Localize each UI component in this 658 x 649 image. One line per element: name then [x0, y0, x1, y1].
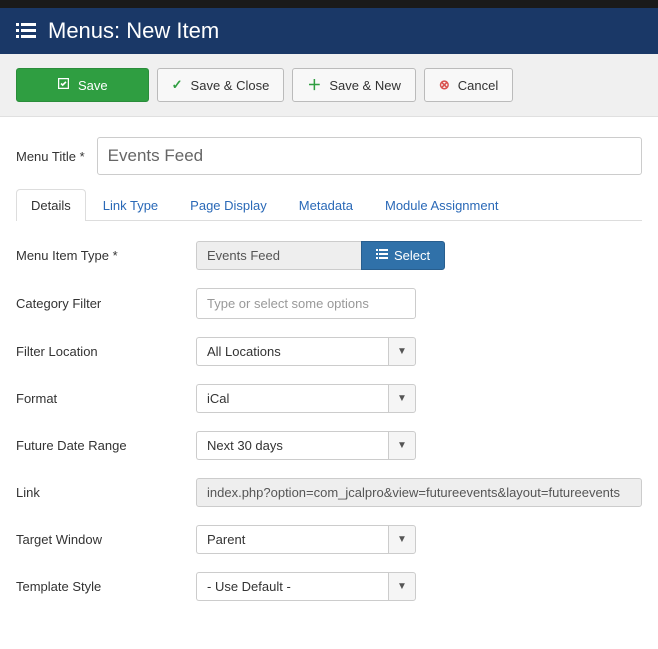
select-type-button[interactable]: Select [361, 241, 445, 270]
content-area: Menu Title * Details Link Type Page Disp… [0, 117, 658, 649]
chevron-down-icon: ▼ [388, 384, 416, 413]
cancel-label: Cancel [458, 78, 498, 93]
row-filter-location: Filter Location All Locations ▼ [16, 337, 642, 366]
tab-page-display[interactable]: Page Display [175, 189, 282, 221]
menu-title-row: Menu Title * [16, 137, 642, 175]
cancel-button[interactable]: ⊗ Cancel [424, 68, 513, 102]
apply-icon [57, 77, 70, 93]
row-future-date-range: Future Date Range Next 30 days ▼ [16, 431, 642, 460]
save-close-button[interactable]: ✓ Save & Close [157, 68, 285, 102]
row-link: Link index.php?option=com_jcalpro&view=f… [16, 478, 642, 507]
save-button[interactable]: Save [16, 68, 149, 102]
chevron-down-icon: ▼ [388, 431, 416, 460]
row-category-filter: Category Filter Type or select some opti… [16, 288, 642, 319]
format-dropdown[interactable]: iCal ▼ [196, 384, 416, 413]
list-icon [16, 22, 36, 40]
target-window-value: Parent [196, 525, 388, 554]
label-filter-location: Filter Location [16, 344, 196, 359]
row-format: Format iCal ▼ [16, 384, 642, 413]
action-toolbar: Save ✓ Save & Close ＋ Save & New ⊗ Cance… [0, 54, 658, 117]
save-new-label: Save & New [329, 78, 401, 93]
label-template-style: Template Style [16, 579, 196, 594]
menu-title-label: Menu Title * [16, 149, 85, 164]
menu-title-input[interactable] [97, 137, 642, 175]
category-filter-input[interactable]: Type or select some options [196, 288, 416, 319]
app-top-bar [0, 0, 658, 8]
cancel-icon: ⊗ [439, 77, 450, 93]
format-value: iCal [196, 384, 388, 413]
filter-location-dropdown[interactable]: All Locations ▼ [196, 337, 416, 366]
target-window-dropdown[interactable]: Parent ▼ [196, 525, 416, 554]
page-title-bar: Menus: New Item [0, 8, 658, 54]
row-menu-item-type: Menu Item Type * Events Feed Select [16, 241, 642, 270]
tab-link-type[interactable]: Link Type [88, 189, 173, 221]
menu-item-type-value: Events Feed [196, 241, 361, 270]
chevron-down-icon: ▼ [388, 337, 416, 366]
tab-metadata[interactable]: Metadata [284, 189, 368, 221]
label-target-window: Target Window [16, 532, 196, 547]
future-date-range-dropdown[interactable]: Next 30 days ▼ [196, 431, 416, 460]
label-menu-item-type: Menu Item Type * [16, 248, 196, 263]
chevron-down-icon: ▼ [388, 525, 416, 554]
label-link: Link [16, 485, 196, 500]
list-small-icon [376, 248, 388, 263]
filter-location-value: All Locations [196, 337, 388, 366]
save-close-label: Save & Close [191, 78, 270, 93]
row-target-window: Target Window Parent ▼ [16, 525, 642, 554]
check-icon: ✓ [172, 77, 183, 93]
select-btn-label: Select [394, 248, 430, 263]
tab-module-assignment[interactable]: Module Assignment [370, 189, 513, 221]
future-date-range-value: Next 30 days [196, 431, 388, 460]
label-category-filter: Category Filter [16, 296, 196, 311]
tab-bar: Details Link Type Page Display Metadata … [16, 189, 642, 221]
page-title: Menus: New Item [48, 18, 219, 44]
tab-details[interactable]: Details [16, 189, 86, 221]
label-future-date-range: Future Date Range [16, 438, 196, 453]
link-value: index.php?option=com_jcalpro&view=future… [196, 478, 642, 507]
plus-icon: ＋ [307, 75, 321, 95]
save-new-button[interactable]: ＋ Save & New [292, 68, 416, 102]
save-button-label: Save [78, 78, 108, 93]
label-format: Format [16, 391, 196, 406]
